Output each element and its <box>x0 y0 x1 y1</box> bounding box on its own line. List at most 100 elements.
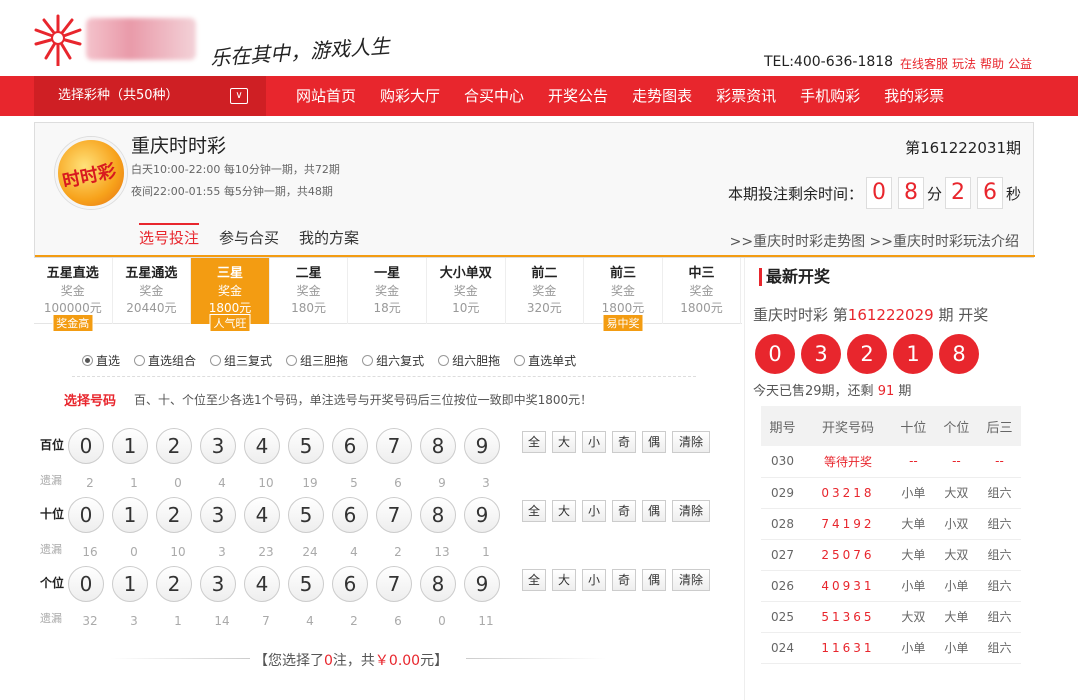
table-cell: 大双 <box>934 477 978 509</box>
quick-all-button[interactable]: 全 <box>522 569 546 591</box>
number-ball[interactable]: 3 <box>200 428 236 464</box>
number-ball[interactable]: 8 <box>420 497 456 533</box>
nav-trends[interactable]: 走势图表 <box>632 76 692 116</box>
miss-value: 14 <box>214 614 230 628</box>
chevron-down-icon[interactable]: ∨ <box>230 88 248 104</box>
number-ball[interactable]: 9 <box>464 428 500 464</box>
nav-my-lottery[interactable]: 我的彩票 <box>884 76 944 116</box>
play-type-0[interactable]: 五星直选 奖金 100000元 奖金高 <box>34 258 113 332</box>
nav-lobby[interactable]: 购彩大厅 <box>380 76 440 116</box>
number-ball[interactable]: 6 <box>332 566 368 602</box>
nav-mobile[interactable]: 手机购彩 <box>800 76 860 116</box>
latest-title: 最新开奖 <box>759 268 830 286</box>
trend-links[interactable]: >>重庆时时彩走势图 >>重庆时时彩玩法介绍 <box>730 231 1019 251</box>
mode-radio-3[interactable]: 组三胆拖 <box>286 352 348 369</box>
radio-circle-icon[interactable] <box>286 355 298 366</box>
quick-clear-button[interactable]: 清除 <box>672 500 710 522</box>
link-online-service[interactable]: 在线客服 <box>900 57 948 71</box>
number-ball[interactable]: 1 <box>112 566 148 602</box>
draw-ball: 2 <box>847 334 887 374</box>
play-type-5[interactable]: 大小单双 奖金 10元 <box>427 258 506 324</box>
number-ball[interactable]: 6 <box>332 428 368 464</box>
quick-small-button[interactable]: 小 <box>582 500 606 522</box>
tab-my-plans[interactable]: 我的方案 <box>299 227 359 254</box>
number-ball[interactable]: 2 <box>156 428 192 464</box>
nav-group-buy[interactable]: 合买中心 <box>464 76 524 116</box>
number-ball[interactable]: 6 <box>332 497 368 533</box>
play-type-3[interactable]: 二星 奖金 180元 <box>270 258 349 324</box>
mode-radio-5[interactable]: 组六胆拖 <box>438 352 500 369</box>
play-type-4[interactable]: 一星 奖金 18元 <box>348 258 427 324</box>
quick-all-button[interactable]: 全 <box>522 431 546 453</box>
number-ball[interactable]: 1 <box>112 497 148 533</box>
number-ball[interactable]: 0 <box>68 566 104 602</box>
mode-radio-0[interactable]: 直选 <box>82 352 120 369</box>
number-ball[interactable]: 9 <box>464 566 500 602</box>
nav-results[interactable]: 开奖公告 <box>548 76 608 116</box>
miss-value: 23 <box>258 545 274 559</box>
sold-status: 今天已售29期，还剩 91 期 <box>753 384 912 399</box>
quick-even-button[interactable]: 偶 <box>642 500 666 522</box>
table-row: 025 51365 大双 大单 组六 <box>761 601 1021 633</box>
radio-circle-icon[interactable] <box>362 355 374 366</box>
number-ball[interactable]: 2 <box>156 497 192 533</box>
tab-join-group[interactable]: 参与合买 <box>219 227 279 254</box>
quick-big-button[interactable]: 大 <box>552 569 576 591</box>
number-ball[interactable]: 3 <box>200 497 236 533</box>
radio-circle-icon[interactable] <box>82 355 93 366</box>
play-type-6[interactable]: 前二 奖金 320元 <box>506 258 585 324</box>
lottery-select[interactable]: 选择彩种（共50种） ∨ <box>34 76 266 116</box>
mode-radio-1[interactable]: 直选组合 <box>134 352 196 369</box>
quick-big-button[interactable]: 大 <box>552 500 576 522</box>
nav-news[interactable]: 彩票资讯 <box>716 76 776 116</box>
quick-clear-button[interactable]: 清除 <box>672 431 710 453</box>
number-ball[interactable]: 5 <box>288 566 324 602</box>
radio-circle-icon[interactable] <box>134 355 146 366</box>
number-ball[interactable]: 7 <box>376 497 412 533</box>
radio-circle-icon[interactable] <box>438 355 450 366</box>
number-ball[interactable]: 7 <box>376 428 412 464</box>
quick-odd-button[interactable]: 奇 <box>612 500 636 522</box>
number-ball[interactable]: 2 <box>156 566 192 602</box>
quick-small-button[interactable]: 小 <box>582 569 606 591</box>
mode-radio-6[interactable]: 直选单式 <box>514 352 576 369</box>
radio-circle-icon[interactable] <box>514 355 526 366</box>
mode-radio-4[interactable]: 组六复式 <box>362 352 424 369</box>
number-ball[interactable]: 8 <box>420 566 456 602</box>
number-ball[interactable]: 8 <box>420 428 456 464</box>
link-play[interactable]: 玩法 <box>952 57 976 71</box>
number-ball[interactable]: 4 <box>244 497 280 533</box>
quick-odd-button[interactable]: 奇 <box>612 431 636 453</box>
link-charity[interactable]: 公益 <box>1008 57 1032 71</box>
quick-clear-button[interactable]: 清除 <box>672 569 710 591</box>
tab-pick[interactable]: 选号投注 <box>139 223 200 254</box>
number-ball[interactable]: 5 <box>288 497 324 533</box>
radio-circle-icon[interactable] <box>210 355 222 366</box>
number-ball[interactable]: 1 <box>112 428 148 464</box>
mode-radio-2[interactable]: 组三复式 <box>210 352 272 369</box>
play-type-1[interactable]: 五星通选 奖金 20440元 <box>113 258 192 324</box>
number-ball[interactable]: 3 <box>200 566 236 602</box>
number-ball[interactable]: 9 <box>464 497 500 533</box>
number-ball[interactable]: 4 <box>244 566 280 602</box>
table-cell: 40931 <box>804 570 892 602</box>
nav-home[interactable]: 网站首页 <box>296 76 356 116</box>
quick-big-button[interactable]: 大 <box>552 431 576 453</box>
number-ball[interactable]: 4 <box>244 428 280 464</box>
miss-row: 2 1 0 4 10 19 5 6 9 3 <box>68 476 508 490</box>
position-label: 百位 <box>40 438 65 452</box>
quick-even-button[interactable]: 偶 <box>642 569 666 591</box>
number-ball[interactable]: 7 <box>376 566 412 602</box>
quick-even-button[interactable]: 偶 <box>642 431 666 453</box>
play-type-2[interactable]: 三星 奖金 1800元 人气旺 <box>191 258 270 332</box>
number-ball[interactable]: 5 <box>288 428 324 464</box>
play-type-8[interactable]: 中三 奖金 1800元 <box>663 258 742 324</box>
play-type-7[interactable]: 前三 奖金 1800元 易中奖 <box>584 258 663 332</box>
number-ball[interactable]: 0 <box>68 428 104 464</box>
quick-small-button[interactable]: 小 <box>582 431 606 453</box>
number-ball[interactable]: 0 <box>68 497 104 533</box>
quick-odd-button[interactable]: 奇 <box>612 569 636 591</box>
table-cell: 030 <box>761 446 804 478</box>
quick-all-button[interactable]: 全 <box>522 500 546 522</box>
link-help[interactable]: 帮助 <box>980 57 1004 71</box>
